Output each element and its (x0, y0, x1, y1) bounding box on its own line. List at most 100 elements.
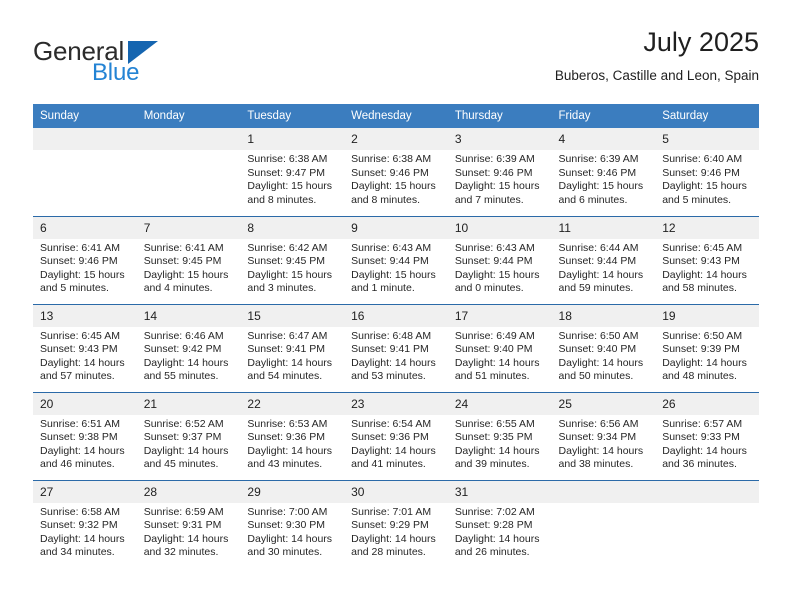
weekday-header-row: Sunday Monday Tuesday Wednesday Thursday… (33, 104, 759, 128)
day-number (551, 480, 656, 503)
sunrise-text: Sunrise: 6:45 AM (40, 329, 120, 342)
daylight-text: Daylight: 15 hours and 4 minutes. (143, 268, 229, 295)
calendar-day-cell[interactable]: 29 Sunrise: 7:00 AM Sunset: 9:30 PM Dayligh… (240, 479, 345, 568)
daylight-text: Daylight: 14 hours and 30 minutes. (247, 532, 333, 559)
daylight-text: Daylight: 14 hours and 38 minutes. (558, 444, 644, 471)
day-number: 23 (344, 392, 448, 415)
day-info: Sunrise: 7:01 AM Sunset: 9:29 PM Daylight:… (344, 503, 448, 560)
day-number: 21 (136, 392, 241, 415)
sunset-text: Sunset: 9:36 PM (247, 431, 326, 444)
sunset-text: Sunset: 9:46 PM (40, 255, 118, 268)
calendar-day-cell[interactable]: 10 Sunrise: 6:43 AM Sunset: 9:44 PM Dayligh… (447, 215, 552, 304)
calendar-day-cell[interactable]: 19 Sunrise: 6:50 AM Sunset: 9:39 PM Dayligh… (655, 303, 759, 392)
sunset-text: Sunset: 9:30 PM (247, 519, 326, 532)
general-blue-logo: General Blue (33, 26, 263, 86)
sunrise-text: Sunrise: 6:39 AM (454, 153, 535, 165)
day-info: Sunrise: 6:49 AM Sunset: 9:40 PM Daylight:… (448, 327, 552, 384)
day-info: Sunrise: 6:38 AM Sunset: 9:46 PM Daylight:… (344, 150, 448, 207)
calendar-day-cell[interactable]: 2 Sunrise: 6:38 AM Sunset: 9:46 PM Daylight… (344, 128, 448, 216)
sunrise-text: Sunrise: 6:58 AM (40, 505, 120, 518)
calendar-day-cell[interactable]: 15 Sunrise: 6:47 AM Sunset: 9:41 PM Dayligh… (240, 303, 345, 392)
sunset-text: Sunset: 9:46 PM (454, 166, 533, 179)
calendar-day-cell[interactable]: 17 Sunrise: 6:49 AM Sunset: 9:40 PM Dayligh… (447, 303, 552, 392)
sunset-text: Sunset: 9:36 PM (351, 431, 429, 444)
sunrise-text: Sunrise: 6:55 AM (454, 417, 535, 430)
calendar-day-cell[interactable]: 20 Sunrise: 6:51 AM Sunset: 9:38 PM Dayligh… (33, 391, 137, 480)
sunrise-text: Sunrise: 6:49 AM (454, 329, 535, 342)
weekday-header-friday: Friday (551, 104, 656, 128)
day-info: Sunrise: 6:55 AM Sunset: 9:35 PM Daylight:… (448, 415, 552, 472)
calendar-day-cell[interactable]: 12 Sunrise: 6:45 AM Sunset: 9:43 PM Dayligh… (655, 215, 759, 304)
calendar-day-cell[interactable]: 14 Sunrise: 6:46 AM Sunset: 9:42 PM Dayligh… (136, 303, 241, 392)
daylight-text: Daylight: 14 hours and 48 minutes. (662, 356, 747, 383)
day-info: Sunrise: 6:43 AM Sunset: 9:44 PM Daylight:… (344, 239, 448, 296)
sunset-text: Sunset: 9:44 PM (558, 255, 637, 268)
calendar-week-row: 27 Sunrise: 6:58 AM Sunset: 9:32 PM Dayligh… (33, 479, 759, 568)
calendar-day-cell-empty (136, 128, 241, 216)
calendar-day-cell[interactable]: 4 Sunrise: 6:39 AM Sunset: 9:46 PM Daylight… (551, 128, 656, 216)
daylight-text: Daylight: 15 hours and 5 minutes. (40, 268, 125, 295)
sunset-text: Sunset: 9:39 PM (662, 343, 740, 356)
daylight-text: Daylight: 14 hours and 54 minutes. (247, 356, 333, 383)
day-info: Sunrise: 6:42 AM Sunset: 9:45 PM Daylight:… (240, 239, 344, 296)
calendar-day-cell[interactable]: 1 Sunrise: 6:38 AM Sunset: 9:47 PM Daylight… (240, 128, 345, 216)
sunrise-text: Sunrise: 6:38 AM (247, 153, 328, 165)
day-info: Sunrise: 6:59 AM Sunset: 9:31 PM Daylight:… (137, 503, 241, 560)
daylight-text: Daylight: 15 hours and 0 minutes. (454, 268, 540, 295)
daylight-text: Daylight: 15 hours and 8 minutes. (247, 180, 333, 206)
weekday-header-wednesday: Wednesday (344, 104, 448, 128)
daylight-text: Daylight: 14 hours and 58 minutes. (662, 268, 747, 295)
daylight-text: Daylight: 14 hours and 43 minutes. (247, 444, 333, 471)
day-info: Sunrise: 6:52 AM Sunset: 9:37 PM Daylight:… (137, 415, 241, 472)
calendar-day-cell[interactable]: 25 Sunrise: 6:56 AM Sunset: 9:34 PM Dayligh… (551, 391, 656, 480)
calendar-day-cell[interactable]: 23 Sunrise: 6:54 AM Sunset: 9:36 PM Dayligh… (344, 391, 448, 480)
daylight-text: Daylight: 14 hours and 34 minutes. (40, 532, 125, 559)
day-info: Sunrise: 6:41 AM Sunset: 9:46 PM Daylight:… (33, 239, 137, 296)
sunrise-text: Sunrise: 6:48 AM (351, 329, 432, 342)
calendar-day-cell[interactable]: 31 Sunrise: 7:02 AM Sunset: 9:28 PM Dayligh… (447, 479, 552, 568)
sunrise-text: Sunrise: 6:45 AM (662, 241, 743, 254)
sunset-text: Sunset: 9:37 PM (143, 431, 222, 444)
daylight-text: Daylight: 14 hours and 46 minutes. (40, 444, 125, 471)
day-number: 13 (33, 304, 137, 327)
calendar-day-cell[interactable]: 24 Sunrise: 6:55 AM Sunset: 9:35 PM Dayligh… (447, 391, 552, 480)
calendar-day-cell[interactable]: 21 Sunrise: 6:52 AM Sunset: 9:37 PM Dayligh… (136, 391, 241, 480)
day-info: Sunrise: 6:56 AM Sunset: 9:34 PM Daylight:… (552, 415, 656, 472)
sunrise-text: Sunrise: 6:43 AM (351, 241, 432, 254)
calendar-day-cell[interactable]: 6 Sunrise: 6:41 AM Sunset: 9:46 PM Daylight… (33, 215, 137, 304)
sunrise-text: Sunrise: 6:53 AM (247, 417, 328, 430)
calendar-day-cell[interactable]: 8 Sunrise: 6:42 AM Sunset: 9:45 PM Daylight… (240, 215, 345, 304)
calendar-day-cell[interactable]: 5 Sunrise: 6:40 AM Sunset: 9:46 PM Daylight… (655, 128, 759, 216)
calendar-day-cell[interactable]: 16 Sunrise: 6:48 AM Sunset: 9:41 PM Dayligh… (344, 303, 448, 392)
day-number: 30 (344, 480, 448, 503)
weekday-header-thursday: Thursday (447, 104, 552, 128)
day-number: 14 (136, 304, 241, 327)
calendar-day-cell[interactable]: 11 Sunrise: 6:44 AM Sunset: 9:44 PM Dayligh… (551, 215, 656, 304)
sunset-text: Sunset: 9:46 PM (351, 166, 429, 179)
sunset-text: Sunset: 9:44 PM (351, 255, 429, 268)
day-info: Sunrise: 6:50 AM Sunset: 9:39 PM Daylight:… (655, 327, 759, 384)
calendar-day-cell[interactable]: 26 Sunrise: 6:57 AM Sunset: 9:33 PM Dayligh… (655, 391, 759, 480)
calendar-day-cell-empty (551, 479, 656, 568)
day-info: Sunrise: 6:58 AM Sunset: 9:32 PM Daylight:… (33, 503, 137, 560)
calendar-day-cell[interactable]: 27 Sunrise: 6:58 AM Sunset: 9:32 PM Dayligh… (33, 479, 137, 568)
sunrise-text: Sunrise: 6:57 AM (662, 417, 743, 430)
calendar-day-cell[interactable]: 30 Sunrise: 7:01 AM Sunset: 9:29 PM Dayligh… (344, 479, 448, 568)
calendar-day-cell[interactable]: 22 Sunrise: 6:53 AM Sunset: 9:36 PM Dayligh… (240, 391, 345, 480)
day-number: 24 (447, 392, 552, 415)
sunset-text: Sunset: 9:45 PM (247, 255, 326, 268)
calendar-day-cell-empty (655, 479, 759, 568)
calendar-day-cell[interactable]: 3 Sunrise: 6:39 AM Sunset: 9:46 PM Daylight… (447, 128, 552, 216)
calendar-day-cell[interactable]: 13 Sunrise: 6:45 AM Sunset: 9:43 PM Dayligh… (33, 303, 137, 392)
calendar-day-cell[interactable]: 18 Sunrise: 6:50 AM Sunset: 9:40 PM Dayligh… (551, 303, 656, 392)
day-info: Sunrise: 6:39 AM Sunset: 9:46 PM Daylight:… (552, 150, 656, 207)
day-info: Sunrise: 6:44 AM Sunset: 9:44 PM Daylight:… (552, 239, 656, 296)
day-number: 10 (447, 216, 552, 239)
calendar-day-cell[interactable]: 7 Sunrise: 6:41 AM Sunset: 9:45 PM Daylight… (136, 215, 241, 304)
sunrise-text: Sunrise: 6:50 AM (662, 329, 743, 342)
sunrise-text: Sunrise: 6:42 AM (247, 241, 328, 254)
day-number: 5 (655, 128, 759, 150)
calendar-day-cell[interactable]: 28 Sunrise: 6:59 AM Sunset: 9:31 PM Dayligh… (136, 479, 241, 568)
calendar-day-cell[interactable]: 9 Sunrise: 6:43 AM Sunset: 9:44 PM Daylight… (344, 215, 448, 304)
day-number: 6 (33, 216, 137, 239)
